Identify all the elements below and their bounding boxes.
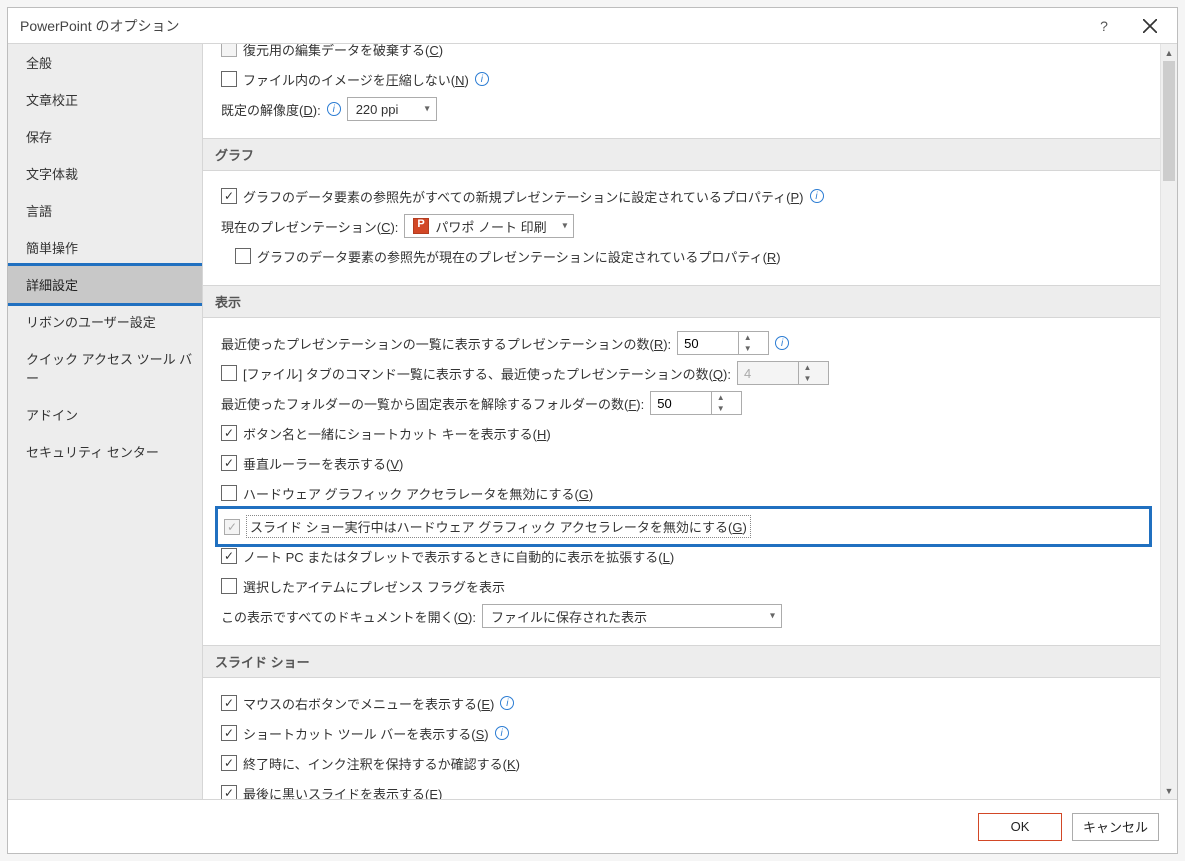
scrollbar-thumb[interactable]	[1163, 61, 1175, 181]
open-docs-combo[interactable]: ファイルに保存された表示 ▾	[482, 604, 782, 628]
slideshow-hw-disable-checkbox[interactable]	[224, 519, 240, 535]
powerpoint-icon	[413, 218, 429, 234]
auto-extend-display-checkbox[interactable]	[221, 548, 237, 564]
options-dialog: PowerPoint のオプション ? 全般 文章校正 保存 文字体裁 言語 簡…	[7, 7, 1178, 854]
discard-editdata-checkbox[interactable]	[221, 44, 237, 57]
vertical-scrollbar[interactable]: ▲ ▼	[1160, 44, 1177, 799]
hw-accel-disable-checkbox[interactable]	[221, 485, 237, 501]
scroll-up-button[interactable]: ▲	[1161, 44, 1177, 61]
discard-editdata-label: 復元用の編集データを破棄する(C)	[243, 44, 443, 59]
recent-count-spin[interactable]: ▲▼	[677, 331, 769, 355]
auto-extend-display-label: ノート PC またはタブレットで表示するときに自動的に表示を拡張する(L)	[243, 547, 674, 566]
section-display-header: 表示	[203, 285, 1160, 318]
recent-count-input[interactable]	[678, 336, 738, 351]
info-icon[interactable]	[500, 696, 514, 710]
shortcut-toolbar-label: ショートカット ツール バーを表示する(S)	[243, 724, 489, 743]
sidebar-item-save[interactable]: 保存	[8, 118, 202, 155]
hw-accel-disable-label: ハードウェア グラフィック アクセラレータを無効にする(G)	[243, 484, 593, 503]
vertical-ruler-label: 垂直ルーラーを表示する(V)	[243, 454, 403, 473]
sidebar-item-advanced[interactable]: 詳細設定	[8, 263, 203, 306]
default-resolution-label: 既定の解像度(D):	[221, 100, 321, 119]
folder-count-input[interactable]	[651, 396, 711, 411]
scroll-down-button[interactable]: ▼	[1161, 782, 1177, 799]
chart-prop-current-label: グラフのデータ要素の参照先が現在のプレゼンテーションに設定されているプロパティ(…	[257, 247, 781, 266]
sidebar-item-language[interactable]: 言語	[8, 192, 202, 229]
sidebar-item-addins[interactable]: アドイン	[8, 396, 202, 433]
info-icon[interactable]	[495, 726, 509, 740]
chevron-down-icon: ▾	[562, 221, 567, 232]
folder-count-spin[interactable]: ▲▼	[650, 391, 742, 415]
chart-prop-all-label: グラフのデータ要素の参照先がすべての新規プレゼンテーションに設定されているプロパ…	[243, 187, 804, 206]
section-chart-header: グラフ	[203, 138, 1160, 171]
compress-images-label: ファイル内のイメージを圧縮しない(N)	[243, 70, 469, 89]
file-tab-count-input	[738, 366, 798, 381]
spin-up-button[interactable]: ▲	[712, 392, 729, 403]
spin-down-button[interactable]: ▼	[739, 343, 756, 354]
cancel-button[interactable]: キャンセル	[1072, 813, 1159, 841]
rightclick-menu-label: マウスの右ボタンでメニューを表示する(E)	[243, 694, 494, 713]
recent-count-label: 最近使ったプレゼンテーションの一覧に表示するプレゼンテーションの数(R):	[221, 334, 671, 353]
shortcut-toolbar-checkbox[interactable]	[221, 725, 237, 741]
end-black-slide-label: 最後に黒いスライドを表示する(E)	[243, 784, 442, 800]
chart-prop-current-checkbox[interactable]	[235, 248, 251, 264]
presence-flag-checkbox[interactable]	[221, 578, 237, 594]
file-tab-count-checkbox[interactable]	[221, 365, 237, 381]
keep-ink-label: 終了時に、インク注釈を保持するか確認する(K)	[243, 754, 520, 773]
default-resolution-combo[interactable]: 220 ppi ▾	[347, 97, 437, 121]
open-docs-label: この表示ですべてのドキュメントを開く(O):	[221, 607, 476, 626]
help-button[interactable]: ?	[1081, 10, 1127, 42]
category-sidebar: 全般 文章校正 保存 文字体裁 言語 簡単操作 詳細設定 リボンのユーザー設定 …	[8, 44, 203, 799]
info-icon[interactable]	[810, 189, 824, 203]
sidebar-item-trustcenter[interactable]: セキュリティ センター	[8, 433, 202, 470]
folder-count-label: 最近使ったフォルダーの一覧から固定表示を解除するフォルダーの数(F):	[221, 394, 644, 413]
dialog-footer: OK キャンセル	[8, 799, 1177, 853]
sidebar-item-proofing[interactable]: 文章校正	[8, 81, 202, 118]
sidebar-item-easeofaccess[interactable]: 簡単操作	[8, 229, 202, 266]
dialog-body: 全般 文章校正 保存 文字体裁 言語 簡単操作 詳細設定 リボンのユーザー設定 …	[8, 44, 1177, 799]
chevron-down-icon: ▾	[770, 611, 775, 622]
keep-ink-checkbox[interactable]	[221, 755, 237, 771]
info-icon[interactable]	[327, 102, 341, 116]
titlebar: PowerPoint のオプション ?	[8, 8, 1177, 44]
sidebar-item-ribbon[interactable]: リボンのユーザー設定	[8, 303, 202, 340]
info-icon[interactable]	[775, 336, 789, 350]
file-tab-count-spin: ▲▼	[737, 361, 829, 385]
current-presentation-label: 現在のプレゼンテーション(C):	[221, 217, 398, 236]
chart-prop-all-checkbox[interactable]	[221, 188, 237, 204]
spin-down-button[interactable]: ▼	[712, 403, 729, 414]
current-presentation-value: パワポ ノート 印刷	[435, 217, 546, 236]
presence-flag-label: 選択したアイテムにプレゼンス フラグを表示	[243, 577, 505, 596]
rightclick-menu-checkbox[interactable]	[221, 695, 237, 711]
compress-images-checkbox[interactable]	[221, 71, 237, 87]
content-area: ▲ ▼ 復元用の編集データを破棄する(C) ファイル内のイメージを圧縮しない(N…	[203, 44, 1177, 799]
info-icon[interactable]	[475, 72, 489, 86]
vertical-ruler-checkbox[interactable]	[221, 455, 237, 471]
sidebar-item-typography[interactable]: 文字体裁	[8, 155, 202, 192]
default-resolution-value: 220 ppi	[356, 102, 399, 117]
close-button[interactable]	[1127, 10, 1173, 42]
slideshow-hw-disable-label: スライド ショー実行中はハードウェア グラフィック アクセラレータを無効にする(…	[246, 515, 751, 538]
section-slideshow-header: スライド ショー	[203, 645, 1160, 678]
ok-button[interactable]: OK	[978, 813, 1062, 841]
current-presentation-combo[interactable]: パワポ ノート 印刷 ▾	[404, 214, 574, 238]
sidebar-item-qat[interactable]: クイック アクセス ツール バー	[8, 340, 202, 396]
chevron-down-icon: ▾	[425, 104, 430, 115]
shortcut-key-label: ボタン名と一緒にショートカット キーを表示する(H)	[243, 424, 551, 443]
open-docs-value: ファイルに保存された表示	[491, 607, 647, 626]
end-black-slide-checkbox[interactable]	[221, 785, 237, 799]
spin-up-button[interactable]: ▲	[739, 332, 756, 343]
shortcut-key-checkbox[interactable]	[221, 425, 237, 441]
sidebar-item-general[interactable]: 全般	[8, 44, 202, 81]
file-tab-count-label: [ファイル] タブのコマンド一覧に表示する、最近使ったプレゼンテーションの数(Q…	[243, 364, 731, 383]
close-icon	[1143, 19, 1157, 33]
dialog-title: PowerPoint のオプション	[20, 16, 179, 36]
